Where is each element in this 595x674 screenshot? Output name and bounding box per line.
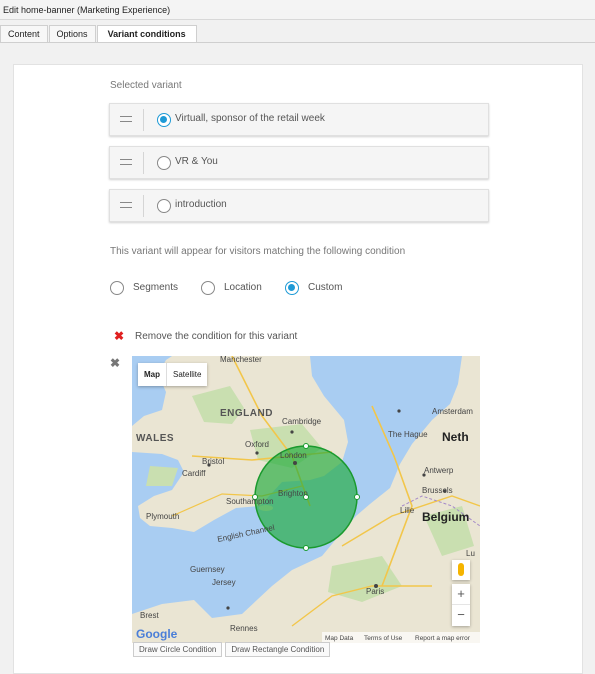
drag-handle-icon[interactable] [120, 116, 132, 122]
zoom-control: + − [452, 584, 470, 626]
divider [143, 152, 144, 174]
city-dot [293, 461, 297, 465]
variant-item[interactable]: introduction [109, 189, 489, 222]
close-map-icon[interactable]: ✖ [110, 356, 120, 370]
city-dot [397, 409, 401, 413]
place-label: Jersey [212, 578, 236, 587]
divider [143, 109, 144, 131]
selected-variant-heading: Selected variant [110, 80, 182, 91]
variant-radio[interactable] [157, 156, 171, 170]
place-label: Paris [366, 587, 384, 596]
draw-circle-button[interactable]: Draw Circle Condition [133, 642, 223, 657]
tab-divider [0, 42, 595, 43]
city-dot [290, 430, 294, 434]
variant-label: VR & You [175, 156, 218, 167]
place-label: Guernsey [190, 565, 225, 574]
place-label: Southampton [226, 497, 274, 506]
place-label: Manchester [220, 356, 262, 364]
google-logo: Google [136, 627, 178, 641]
place-label: The Hague [388, 430, 428, 439]
map-type-control: Map Satellite [138, 363, 208, 386]
place-label: Plymouth [146, 512, 179, 521]
terms-link: Terms of Use [364, 635, 403, 642]
tab-options[interactable]: Options [48, 25, 96, 42]
divider [143, 195, 144, 217]
place-label: Neth [442, 430, 469, 444]
variant-label: Virtuall, sponsor of the retail week [175, 113, 325, 124]
place-label: Bristol [202, 457, 224, 466]
variant-item[interactable]: VR & You [109, 146, 489, 179]
tab-content[interactable]: Content [0, 25, 48, 42]
condition-label-custom: Custom [308, 282, 343, 293]
place-label: Amsterdam [432, 407, 473, 416]
condition-radio-segments[interactable] [110, 281, 124, 295]
place-label: Oxford [245, 440, 269, 449]
tab-variant-conditions[interactable]: Variant conditions [96, 25, 197, 42]
condition-radio-location[interactable] [201, 281, 215, 295]
place-label: Cardiff [182, 469, 206, 478]
map-data-link: Map Data [325, 635, 354, 642]
place-label: Rennes [230, 624, 258, 633]
tab-bar: Content Options Variant conditions [0, 25, 198, 42]
condition-description: This variant will appear for visitors ma… [110, 246, 406, 257]
city-dot [255, 451, 259, 455]
drag-handle-icon[interactable] [120, 202, 132, 208]
remove-condition-icon[interactable]: ✖ [114, 329, 124, 343]
place-label: Belgium [422, 510, 469, 524]
draw-buttons: Draw Circle Condition Draw Rectangle Con… [133, 642, 333, 657]
drag-handle-icon[interactable] [120, 159, 132, 165]
condition-label-location: Location [224, 282, 262, 293]
place-label: Cambridge [282, 417, 322, 426]
green-area [146, 466, 178, 486]
variant-radio[interactable] [157, 199, 171, 213]
zoom-in-button[interactable]: + [452, 584, 470, 605]
condition-label-segments: Segments [133, 282, 179, 293]
place-label: Brighton [278, 489, 308, 498]
circle-handle [303, 545, 309, 551]
variant-radio[interactable] [157, 113, 171, 127]
place-label: Antwerp [424, 466, 454, 475]
remove-condition-link[interactable]: Remove the condition for this variant [135, 331, 297, 342]
place-label: WALES [136, 433, 174, 444]
place-label: Brussels [422, 486, 453, 495]
map-type-map[interactable]: Map [138, 363, 167, 386]
place-label: Lille [400, 506, 415, 515]
place-label: ENGLAND [220, 408, 273, 419]
draw-rectangle-button[interactable]: Draw Rectangle Condition [225, 642, 331, 657]
place-label: Brest [140, 611, 159, 620]
city-dot [226, 606, 230, 610]
circle-handle [303, 443, 309, 449]
variant-item[interactable]: Virtuall, sponsor of the retail week [109, 103, 489, 136]
window-title: Edit home-banner (Marketing Experience) [0, 0, 595, 20]
pegman-icon[interactable] [452, 560, 470, 580]
variant-label: introduction [175, 199, 227, 210]
map-type-satellite[interactable]: Satellite [167, 363, 207, 386]
place-label: English Channel [217, 523, 276, 544]
map-canvas: Manchester ENGLAND WALES Cambridge Oxfor… [132, 356, 480, 643]
place-label: London [280, 451, 307, 460]
circle-handle [354, 494, 360, 500]
place-label: Lu [466, 549, 475, 558]
map-view[interactable]: Manchester ENGLAND WALES Cambridge Oxfor… [132, 356, 480, 643]
report-link: Report a map error [415, 635, 471, 642]
zoom-out-button[interactable]: − [452, 605, 470, 626]
condition-radio-custom[interactable] [285, 281, 299, 295]
